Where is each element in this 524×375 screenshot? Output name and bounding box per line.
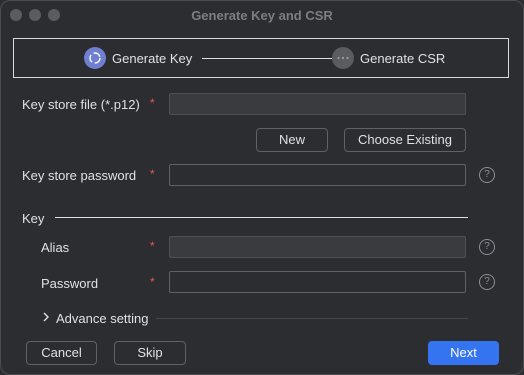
next-button[interactable]: Next [428,341,499,365]
cancel-button[interactable]: Cancel [26,341,97,365]
step-generate-csr-label: Generate CSR [360,51,446,66]
skip-button[interactable]: Skip [114,341,186,365]
alias-field[interactable] [169,236,466,258]
choose-existing-button[interactable]: Choose Existing [344,128,466,152]
key-password-label: Password [41,276,99,291]
required-mark: * [150,239,155,253]
window-title: Generate Key and CSR [191,8,333,23]
keystore-password-label: Key store password [22,168,137,183]
new-keystore-button[interactable]: New [256,128,328,152]
keystore-password-help-icon[interactable]: ? [479,167,495,183]
alias-help-icon[interactable]: ? [479,239,495,255]
advance-setting-toggle[interactable]: Advance setting [56,311,149,326]
step-generate-key-label: Generate Key [112,51,193,66]
required-mark: * [150,167,155,181]
keystore-file-field[interactable] [169,93,466,115]
required-mark: * [150,275,155,289]
advance-setting-divider [156,318,468,319]
key-section-divider [55,217,468,218]
title-bar: Generate Key and CSR [1,1,523,29]
key-password-help-icon[interactable]: ? [479,274,495,290]
keystore-file-label: Key store file (*.p12) [22,97,140,112]
step-active-icon [84,47,106,69]
key-password-field[interactable] [169,271,466,293]
chevron-right-icon[interactable] [41,310,51,328]
keystore-password-field[interactable] [169,164,466,186]
step-connector [202,58,334,59]
required-mark: * [150,96,155,110]
key-section-label: Key [22,211,45,226]
step-indicator: Generate Key Generate CSR [13,38,509,78]
dialog-window: Generate Key and CSR Generate Key Genera… [0,0,524,375]
step-pending-icon [332,47,354,69]
alias-label: Alias [41,240,70,255]
